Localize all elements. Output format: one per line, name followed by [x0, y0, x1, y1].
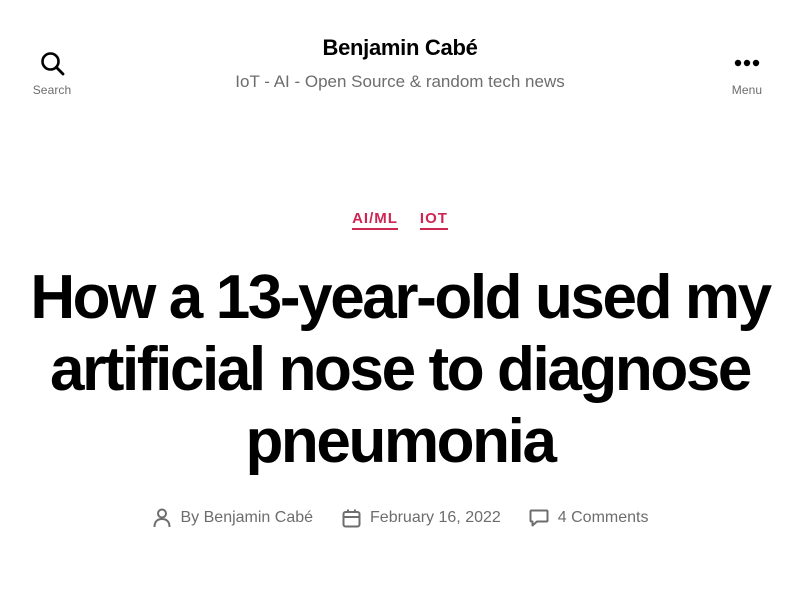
- menu-label: Menu: [731, 83, 763, 97]
- post-date: February 16, 2022: [341, 508, 501, 528]
- post-categories: AI/ML IOT: [0, 210, 800, 230]
- calendar-icon: [341, 508, 361, 528]
- author-prefix: By: [180, 509, 200, 526]
- site-title[interactable]: Benjamin Cabé: [0, 35, 800, 61]
- menu-toggle-button[interactable]: Menu: [721, 50, 773, 97]
- comments-link[interactable]: 4 Comments: [558, 509, 649, 527]
- author-link[interactable]: Benjamin Cabé: [204, 509, 313, 526]
- site-tagline: IoT - AI - Open Source & random tech new…: [235, 72, 565, 91]
- post-comments: 4 Comments: [529, 508, 649, 528]
- site-header: Search Benjamin Cabé IoT - AI - Open Sou…: [0, 0, 800, 120]
- category-link-ai-ml[interactable]: AI/ML: [352, 210, 398, 230]
- post-title: How a 13-year-old used my artificial nos…: [30, 263, 772, 476]
- date-link[interactable]: February 16, 2022: [370, 509, 501, 527]
- category-link-iot[interactable]: IOT: [419, 210, 448, 230]
- person-icon: [152, 508, 172, 528]
- ellipsis-icon: [734, 50, 760, 76]
- post-meta: By Benjamin Cabé February 16, 2022 4 Com…: [0, 508, 800, 528]
- comment-bubble-icon: [529, 508, 549, 528]
- post-author: By Benjamin Cabé: [152, 508, 313, 528]
